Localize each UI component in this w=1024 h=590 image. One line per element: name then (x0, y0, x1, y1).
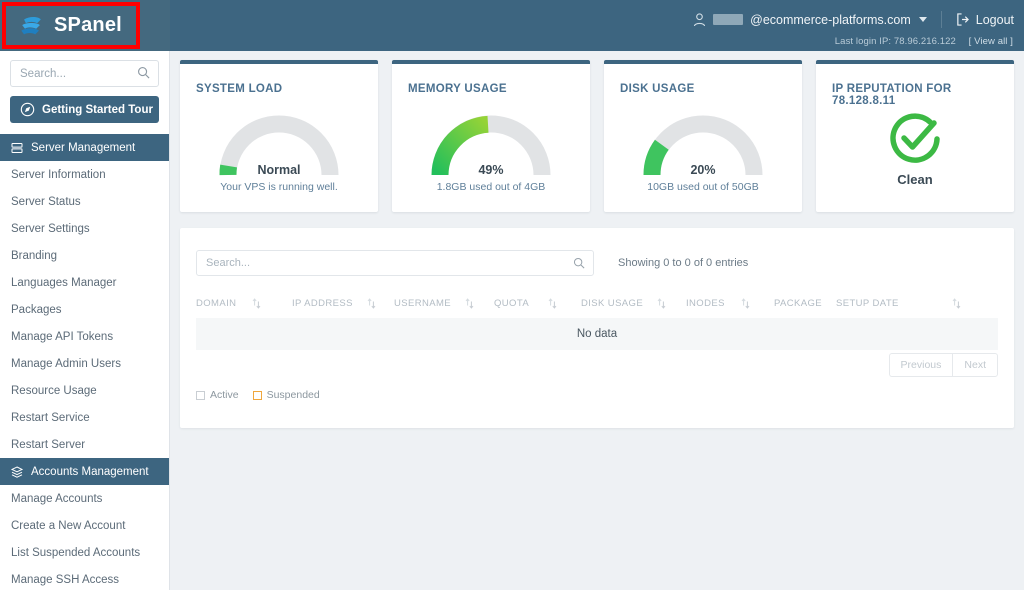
disk-usage-gauge: 20% 10GB used out of 50GB (604, 112, 802, 193)
username-redaction (713, 14, 743, 25)
sidebar-item-manage-api-tokens[interactable]: Manage API Tokens (0, 323, 169, 350)
sidebar-group-label: Accounts Management (31, 466, 149, 478)
legend-item-active: Active (196, 389, 239, 401)
legend-swatch-suspended (253, 391, 262, 400)
brand-name: SPanel (54, 14, 122, 37)
check-circle-icon (886, 110, 944, 168)
search-icon (573, 257, 585, 269)
top-header: SPanel @ecommerce-platforms.com Logout L… (0, 0, 1024, 51)
rocket-icon (20, 102, 35, 117)
table-column-quota[interactable]: QUOTA (494, 298, 581, 309)
spanel-dashboard: SPanel @ecommerce-platforms.com Logout L… (0, 0, 1024, 590)
accounts-table-panel: Showing 0 to 0 of 0 entries DOMAIN IP AD… (180, 228, 1014, 428)
table-search-input[interactable] (196, 250, 594, 276)
spanel-logo-icon (18, 13, 45, 39)
sidebar-item-manage-admin-users[interactable]: Manage Admin Users (0, 350, 169, 377)
legend-swatch-active (196, 391, 205, 400)
logout-icon[interactable] (956, 13, 969, 26)
sidebar-item-list-suspended-accounts[interactable]: List Suspended Accounts (0, 539, 169, 566)
view-all-logins-link[interactable]: [ View all ] (969, 36, 1013, 47)
sidebar-item-restart-service[interactable]: Restart Service (0, 404, 169, 431)
table-search-wrap (196, 250, 594, 276)
card-title: DISK USAGE (620, 83, 695, 95)
gauge-subtext: Your VPS is running well. (220, 181, 338, 193)
sidebar-item-restart-server[interactable]: Restart Server (0, 431, 169, 458)
table-toolbar: Showing 0 to 0 of 0 entries (180, 228, 1014, 276)
main-content: SYSTEM LOAD Normal Your VPS is running w… (170, 51, 1024, 590)
sidebar-item-manage-accounts[interactable]: Manage Accounts (0, 485, 169, 512)
pagination-next-button[interactable]: Next (952, 353, 998, 377)
table-header-row: DOMAIN IP ADDRESS USERNAME (180, 288, 1014, 318)
pagination-previous-button[interactable]: Previous (889, 353, 953, 377)
table-empty-row: No data (196, 318, 998, 350)
sidebar: Getting Started Tour Server Management S… (0, 51, 170, 590)
search-icon (137, 66, 150, 79)
last-login-info: Last login IP: 78.96.216.122 [ View all … (835, 36, 1013, 47)
getting-started-tour-button[interactable]: Getting Started Tour (10, 96, 159, 123)
status-legend: Active Suspended (196, 389, 320, 401)
sidebar-menu: Server Management Server Information Ser… (0, 134, 169, 590)
sort-icon[interactable] (741, 298, 750, 309)
legend-label: Suspended (267, 389, 320, 401)
ip-reputation-label: Clean (897, 172, 932, 187)
header-divider (941, 11, 942, 28)
card-title: MEMORY USAGE (408, 83, 507, 95)
sidebar-item-languages-manager[interactable]: Languages Manager (0, 269, 169, 296)
sidebar-item-server-status[interactable]: Server Status (0, 188, 169, 215)
table-column-setup-date[interactable]: SETUP DATE (836, 298, 976, 309)
server-icon (11, 142, 23, 154)
gauge-subtext: 10GB used out of 50GB (647, 181, 759, 193)
legend-item-suspended: Suspended (253, 389, 320, 401)
sort-icon[interactable] (252, 298, 261, 309)
account-email: @ecommerce-platforms.com (750, 13, 911, 27)
sidebar-item-resource-usage[interactable]: Resource Usage (0, 377, 169, 404)
memory-usage-gauge: 49% 1.8GB used out of 4GB (392, 112, 590, 193)
sort-icon[interactable] (548, 298, 557, 309)
sort-icon[interactable] (465, 298, 474, 309)
sidebar-item-manage-ssh-access[interactable]: Manage SSH Access (0, 566, 169, 590)
sidebar-item-server-settings[interactable]: Server Settings (0, 215, 169, 242)
account-menu[interactable]: @ecommerce-platforms.com Logout (693, 11, 1014, 28)
card-ip-reputation: IP REPUTATION FOR 78.128.8.11 Clean (816, 60, 1014, 212)
card-system-load: SYSTEM LOAD Normal Your VPS is running w… (180, 60, 378, 212)
sort-icon[interactable] (952, 298, 961, 309)
system-load-gauge: Normal Your VPS is running well. (180, 112, 378, 193)
sidebar-item-create-a-new-account[interactable]: Create a New Account (0, 512, 169, 539)
card-title: IP REPUTATION FOR 78.128.8.11 (832, 83, 1014, 107)
table-column-ip-address[interactable]: IP ADDRESS (292, 298, 394, 309)
sidebar-search-wrap (0, 51, 169, 87)
stat-cards-row: SYSTEM LOAD Normal Your VPS is running w… (170, 51, 1024, 212)
table-entries-count: Showing 0 to 0 of 0 entries (618, 257, 748, 269)
card-title: SYSTEM LOAD (196, 83, 282, 95)
logout-button[interactable]: Logout (976, 13, 1014, 27)
gauge-value: Normal (216, 163, 342, 177)
person-icon (693, 13, 706, 27)
gauge-value: 20% (640, 163, 766, 177)
sidebar-group-accounts-management[interactable]: Accounts Management (0, 458, 169, 485)
table-pagination: Previous Next (889, 353, 998, 377)
layers-icon (11, 466, 23, 478)
table-column-domain[interactable]: DOMAIN (196, 298, 292, 309)
gauge-value: 49% (428, 163, 554, 177)
sort-icon[interactable] (657, 298, 666, 309)
card-memory-usage: MEMORY USAGE (392, 60, 590, 212)
legend-label: Active (210, 389, 239, 401)
tour-button-label: Getting Started Tour (42, 104, 153, 116)
sort-icon[interactable] (367, 298, 376, 309)
table-column-disk-usage[interactable]: DISK USAGE (581, 298, 686, 309)
table-column-package[interactable]: PACKAGE (774, 298, 836, 309)
table-column-username[interactable]: USERNAME (394, 298, 494, 309)
chevron-down-icon[interactable] (919, 17, 927, 22)
last-login-ip: Last login IP: 78.96.216.122 (835, 36, 956, 47)
sidebar-group-label: Server Management (31, 142, 135, 154)
gauge-subtext: 1.8GB used out of 4GB (437, 181, 546, 193)
sidebar-item-packages[interactable]: Packages (0, 296, 169, 323)
card-disk-usage: DISK USAGE 20% 10GB used out of 50GB (604, 60, 802, 212)
sidebar-item-server-information[interactable]: Server Information (0, 161, 169, 188)
sidebar-group-server-management[interactable]: Server Management (0, 134, 169, 161)
sidebar-item-branding[interactable]: Branding (0, 242, 169, 269)
brand-logo[interactable]: SPanel (0, 0, 170, 51)
ip-reputation-status: Clean (816, 110, 1014, 187)
table-column-inodes[interactable]: INODES (686, 298, 774, 309)
